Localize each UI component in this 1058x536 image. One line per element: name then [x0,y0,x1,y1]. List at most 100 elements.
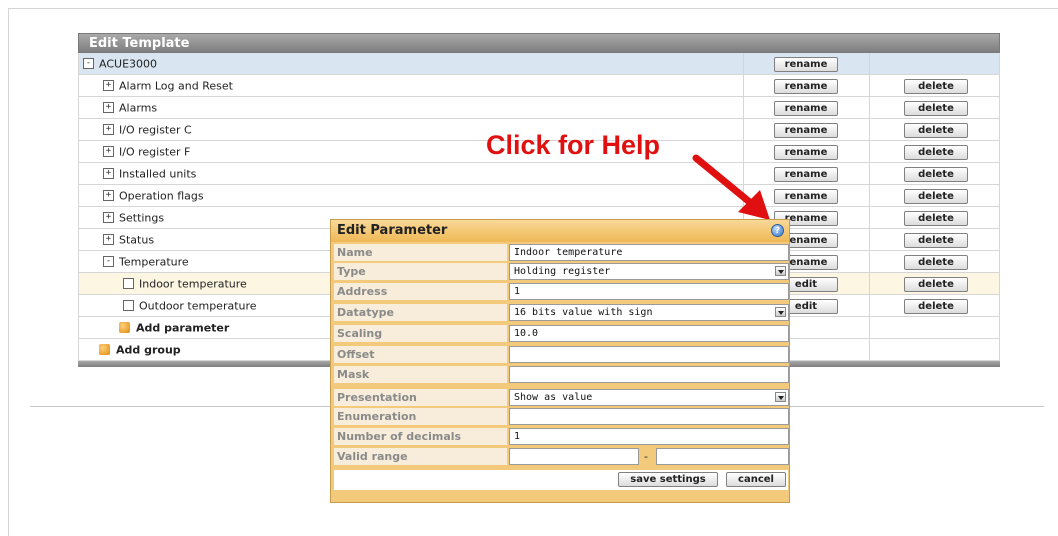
tree-row-root: - ACUE3000 rename [78,53,1000,75]
dialog-title: Edit Parameter [337,223,448,238]
collapse-icon[interactable]: - [83,57,94,69]
field-label: Presentation [334,389,507,406]
delete-button[interactable]: delete [904,123,968,138]
expand-icon[interactable]: + [103,145,114,157]
presentation-field: Presentation Show as value [334,389,789,406]
parameter-icon [123,277,134,289]
expand-icon[interactable]: + [103,211,114,223]
dropdown-arrow-icon[interactable] [775,307,786,317]
field-label: Type [334,263,507,280]
expand-icon[interactable]: + [103,101,114,113]
tree-label: Alarm Log and Reset [119,79,233,93]
help-arrow-icon [692,154,770,220]
rename-button[interactable]: rename [774,189,838,204]
delete-button[interactable]: delete [904,189,968,204]
scaling-input[interactable]: 10.0 [509,325,789,342]
help-icon[interactable]: ? [771,224,784,237]
expand-icon[interactable]: + [103,123,114,135]
select-value: 16 bits value with sign [514,307,653,318]
select-value: Holding register [514,266,611,277]
dropdown-arrow-icon[interactable] [775,392,786,402]
datatype-select[interactable]: 16 bits value with sign [509,304,789,321]
range-max-input[interactable] [656,448,789,465]
rename-button[interactable]: rename [774,167,838,182]
field-label: Datatype [334,304,507,321]
rename-button[interactable]: rename [774,145,838,160]
edit-parameter-dialog: Edit Parameter ? Name Indoor temperature… [330,219,790,503]
dialog-header: Edit Parameter ? [331,220,789,242]
rename-button[interactable]: rename [774,123,838,138]
field-label: Offset [334,346,507,363]
tree-label: Temperature [119,255,189,269]
delete-button[interactable]: delete [904,255,968,270]
tree-row-group: + Alarms rename delete [78,97,1000,119]
add-icon [99,343,110,355]
field-label: Mask [334,366,507,383]
expand-icon[interactable]: + [103,79,114,91]
dialog-actions: save settings cancel [334,470,788,490]
enumeration-field: Enumeration [334,408,789,425]
expand-icon[interactable]: + [103,167,114,179]
tree-label: Outdoor temperature [139,299,257,313]
delete-button[interactable]: delete [904,233,968,248]
type-select[interactable]: Holding register [509,263,789,280]
rename-button[interactable]: rename [774,57,838,72]
delete-button[interactable]: delete [904,79,968,94]
add-icon [119,321,130,333]
address-field: Address 1 [334,283,789,300]
tree-label: Installed units [119,167,197,181]
delete-button[interactable]: delete [904,211,968,226]
delete-button[interactable]: delete [904,167,968,182]
tree-label: ACUE3000 [99,57,158,71]
select-value: Show as value [514,392,593,403]
dropdown-arrow-icon[interactable] [775,266,786,276]
name-input[interactable]: Indoor temperature [509,244,789,261]
tree-label: I/O register C [119,123,192,137]
expand-icon[interactable]: + [103,189,114,201]
parameter-icon [123,299,134,311]
field-label: Address [334,283,507,300]
address-input[interactable]: 1 [509,283,789,300]
valid-range-field: Valid range - [334,448,789,465]
offset-field: Offset [334,346,789,363]
presentation-select[interactable]: Show as value [509,389,789,406]
tree-label: Alarms [119,101,158,115]
save-settings-button[interactable]: save settings [618,472,718,487]
delete-button[interactable]: delete [904,299,968,314]
field-label: Enumeration [334,408,507,425]
help-callout: Click for Help [486,130,661,160]
tree-row-group: + Alarm Log and Reset rename delete [78,75,1000,97]
tree-label: I/O register F [119,145,191,159]
range-separator: - [644,450,648,463]
tree-row-group: + Installed units rename delete [78,163,1000,185]
rename-button[interactable]: rename [774,101,838,116]
tree-label: Status [119,233,155,247]
decimals-input[interactable]: 1 [509,428,789,445]
tree-label: Indoor temperature [139,277,247,291]
panel-title: Edit Template [78,33,1000,53]
expand-icon[interactable]: + [103,233,114,245]
delete-button[interactable]: delete [904,145,968,160]
enumeration-input[interactable] [509,408,789,425]
name-field: Name Indoor temperature [334,244,789,261]
add-group-link[interactable]: Add group [116,344,181,357]
mask-input[interactable] [509,366,789,383]
delete-button[interactable]: delete [904,277,968,292]
field-label: Name [334,244,507,261]
offset-input[interactable] [509,346,789,363]
field-label: Number of decimals [334,428,507,445]
add-parameter-link[interactable]: Add parameter [136,322,229,335]
type-field: Type Holding register [334,263,789,280]
field-label: Scaling [334,325,507,342]
datatype-field: Datatype 16 bits value with sign [334,304,789,321]
range-min-input[interactable] [509,448,639,465]
mask-field: Mask [334,366,789,383]
tree-label: Settings [119,211,165,225]
scaling-field: Scaling 10.0 [334,325,789,342]
delete-button[interactable]: delete [904,101,968,116]
field-label: Valid range [334,448,507,465]
tree-row-group: + Operation flags rename delete [78,185,1000,207]
collapse-icon[interactable]: - [103,255,114,267]
cancel-button[interactable]: cancel [726,472,786,487]
rename-button[interactable]: rename [774,79,838,94]
